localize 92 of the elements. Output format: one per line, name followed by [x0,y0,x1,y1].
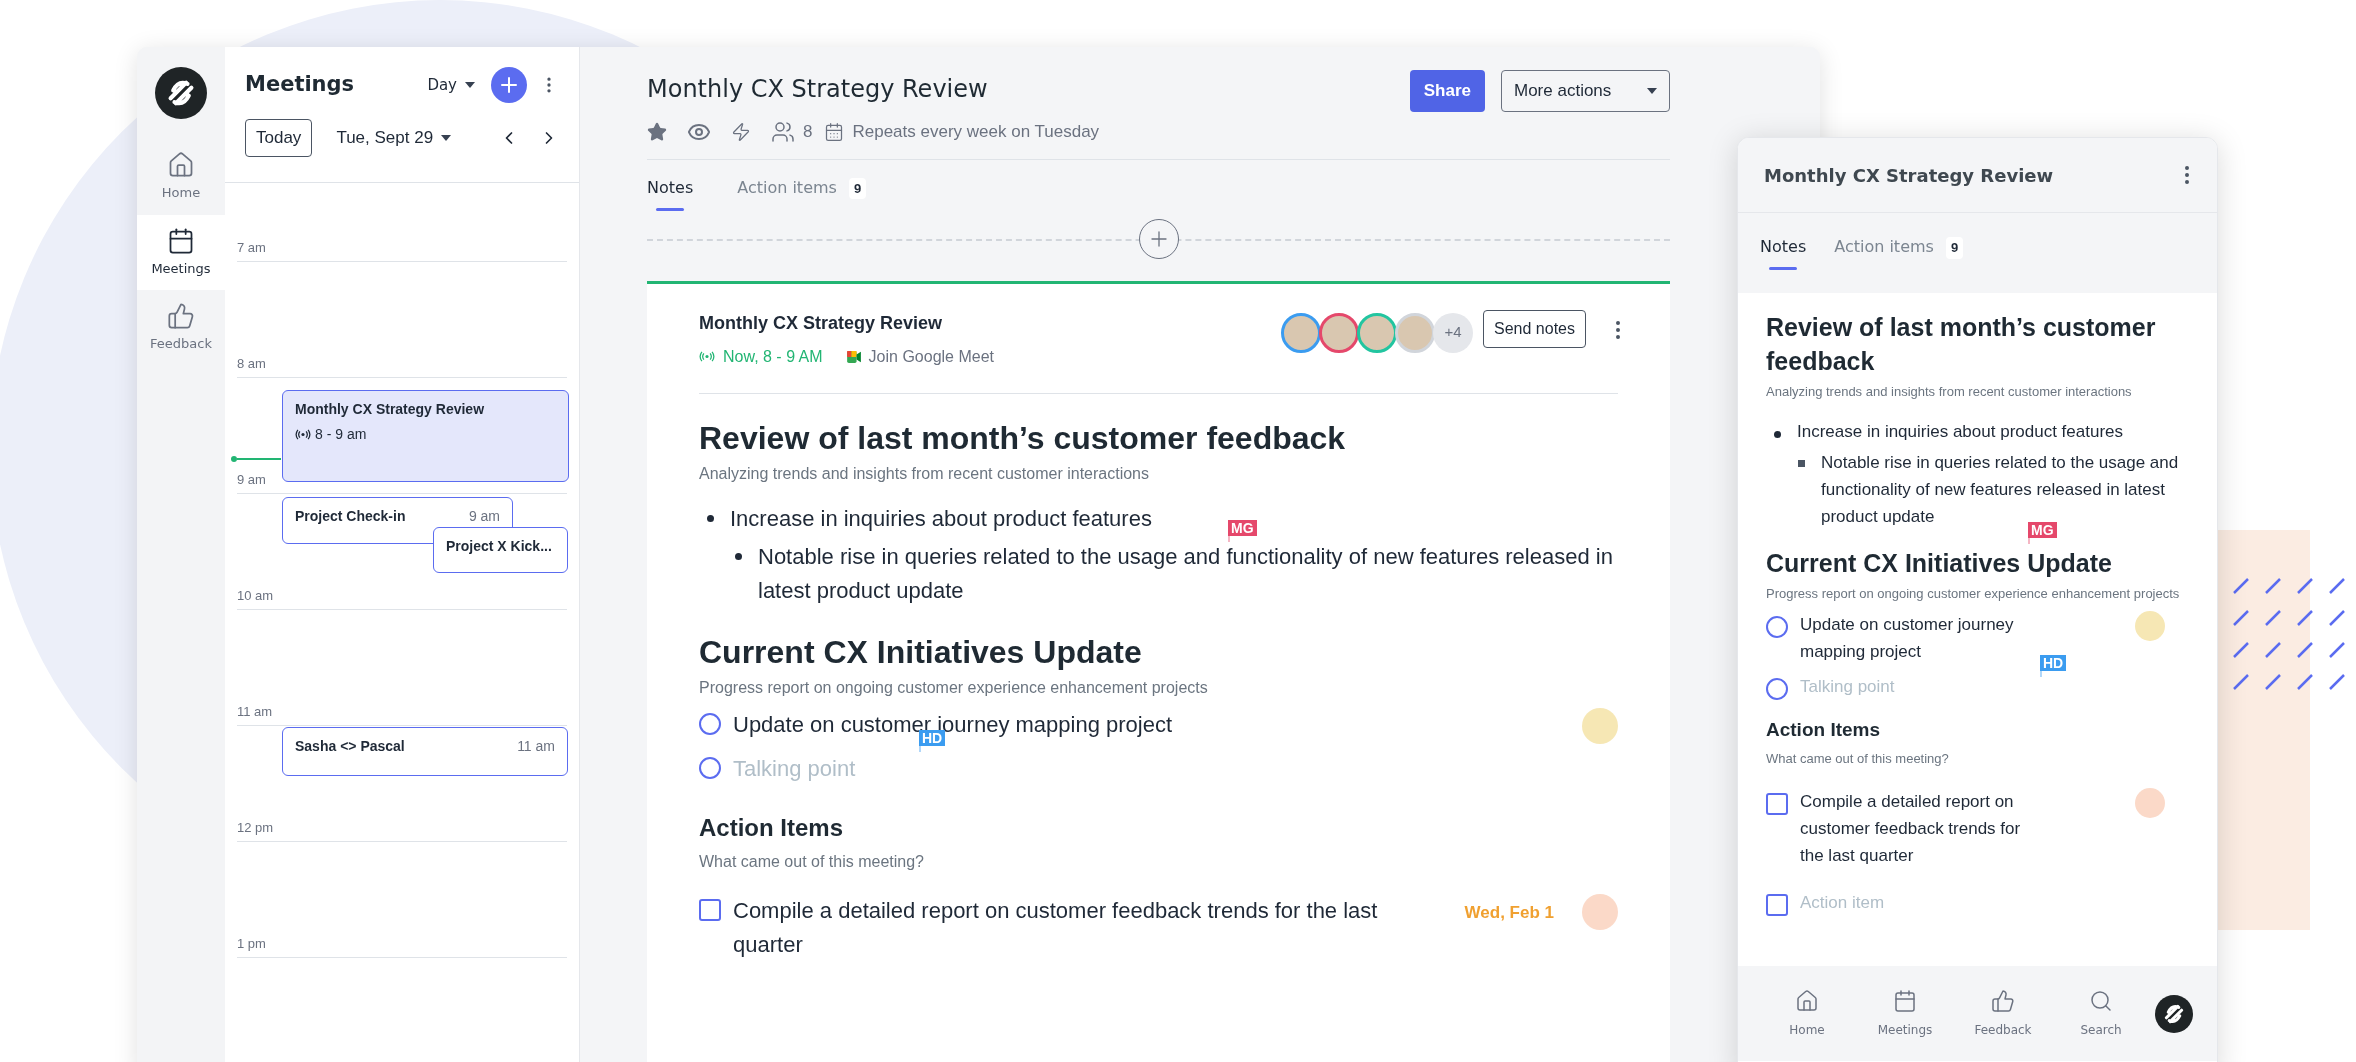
people-icon [771,119,795,144]
section-subtitle: Analyzing trends and insights from recent customer interactions [1766,383,2133,401]
hour-label: 12 pm [237,818,274,837]
bullet-square [1798,459,1805,467]
event-title: Monthly CX Strategy Review [295,400,485,419]
section-heading: Review of last month’s customer feedback [699,419,1346,456]
section-subtitle: Progress report on ongoing customer experience enhancement projects [699,677,1209,698]
placeholder-text: Talking point [733,755,856,781]
section-subtitle: What came out of this meeting? [699,851,925,872]
collaborator-cursor: HD [2040,655,2067,677]
logo-icon[interactable] [2155,994,2193,1033]
bullet-text: Increase in inquiries about product features [730,505,1152,531]
home-icon [1795,988,1819,1013]
live-status: Now, 8 - 9 AM [723,346,823,367]
section-heading: Action Items [699,812,845,843]
event-time: 11 am [517,737,555,756]
panel-title: Meetings [245,71,355,99]
item-text: Compile a detailed report on customer feedback trends for the last quarter [733,897,1378,957]
meet-link[interactable]: Join Google Meet [868,344,994,369]
video-meeting-icon [846,350,861,363]
item-text: Update on customer journey mapping project [1800,615,2014,661]
due-date: Wed, Feb 1 [1464,901,1554,924]
calendar-event[interactable]: Sasha <> Pascal 11 am [282,727,568,776]
section-subtitle: What came out of this meeting? [1766,749,1950,768]
item-text: Compile a detailed report on customer feedback trends for the last quarter [1800,792,2021,865]
count-badge: 9 [1945,237,1964,259]
thumbs-up-icon [1991,988,2015,1013]
bottom-nav-item[interactable]: Feedback [1954,988,2052,1039]
attendee-count: 8 [803,121,813,143]
today-button[interactable]: Today [245,119,313,157]
view-dropdown[interactable]: Day [427,73,475,97]
broadcast-icon [699,351,715,362]
recurrence-text: Repeats every week on Tuesday [852,121,1100,143]
hour-label: 9 am [237,470,266,489]
caret-icon [465,82,475,88]
card-title: Monthly CX Strategy Review [699,311,944,335]
collaborator-cursor: MG [1228,519,1257,542]
calendar-icon [1893,988,1917,1013]
home-icon [167,151,195,179]
hour-label: 1 pm [237,934,266,953]
section-heading: Action Items [1766,718,1882,742]
event-title: Sasha <> Pascal [295,737,405,756]
send-notes-button[interactable]: Send notes [1483,309,1586,348]
section-heading: Current CX Initiatives Update [699,633,1142,670]
logo-icon[interactable] [155,67,207,119]
bottom-nav-item[interactable]: Meetings [1856,988,1954,1039]
tab[interactable]: Notes [1760,235,1807,270]
current-time-line [231,456,281,462]
calendar-icon [167,226,195,255]
search-icon [2089,988,2113,1013]
section-subtitle: Progress report on ongoing customer experience enhancement projects [1766,584,2181,603]
broadcast-icon [295,429,311,440]
calendar-event[interactable]: Project X Kick... [433,527,568,573]
hour-label: 11 am [237,702,273,721]
checkbox[interactable] [699,898,721,921]
add-button[interactable] [491,67,527,103]
caret-icon [1647,88,1657,94]
tab[interactable]: Action items [1834,235,1934,270]
bullet-text: Notable rise in queries related to the usage and functionality of new features released in latest product update [758,543,1613,603]
bottom-nav-item[interactable]: Home [1758,988,1856,1039]
share-button[interactable]: Share [1409,70,1485,112]
bullet-text: Increase in inquiries about product features [1797,421,2124,441]
caret-icon [441,134,452,141]
more-attendees: +4 [1433,312,1474,353]
hour-label: 8 am [237,354,266,373]
bottom-nav-item[interactable]: Search [2052,988,2150,1039]
event-title: Project Check-in [295,507,406,526]
calendar-icon [824,121,845,142]
tab[interactable]: Notes [647,175,694,211]
meeting-title: Monthly CX Strategy Review [1764,163,2054,188]
section-heading: Review of last month’s customer feedback [1766,313,2156,375]
collaborator-cursor: MG [2028,521,2057,544]
count-badge: 9 [848,177,867,199]
hour-label: 10 am [237,586,274,605]
hour-label: 7 am [237,238,266,257]
tab[interactable]: Action items [737,175,837,211]
placeholder-text: Action item [1800,893,1885,912]
thumbs-up-icon [167,302,195,330]
more-actions-dropdown[interactable]: More actions [1501,70,1670,112]
calendar-event[interactable]: Monthly CX Strategy Review 8 - 9 am [282,390,569,482]
event-time: 8 - 9 am [315,425,367,444]
lightning-icon[interactable] [731,121,751,142]
star-icon[interactable] [647,121,667,142]
nav-item[interactable]: Meetings [137,214,225,290]
meeting-title: Monthly CX Strategy Review [647,74,989,105]
event-time: 9 am [468,507,500,526]
date-picker[interactable]: Tue, Sept 29 [336,125,452,151]
checkbox[interactable] [1766,793,1788,815]
section-subtitle: Analyzing trends and insights from recent customer interactions [699,463,1150,484]
section-heading: Current CX Initiatives Update [1766,548,2112,577]
placeholder-text: Talking point [1800,677,1895,696]
checkbox[interactable] [1766,894,1788,916]
